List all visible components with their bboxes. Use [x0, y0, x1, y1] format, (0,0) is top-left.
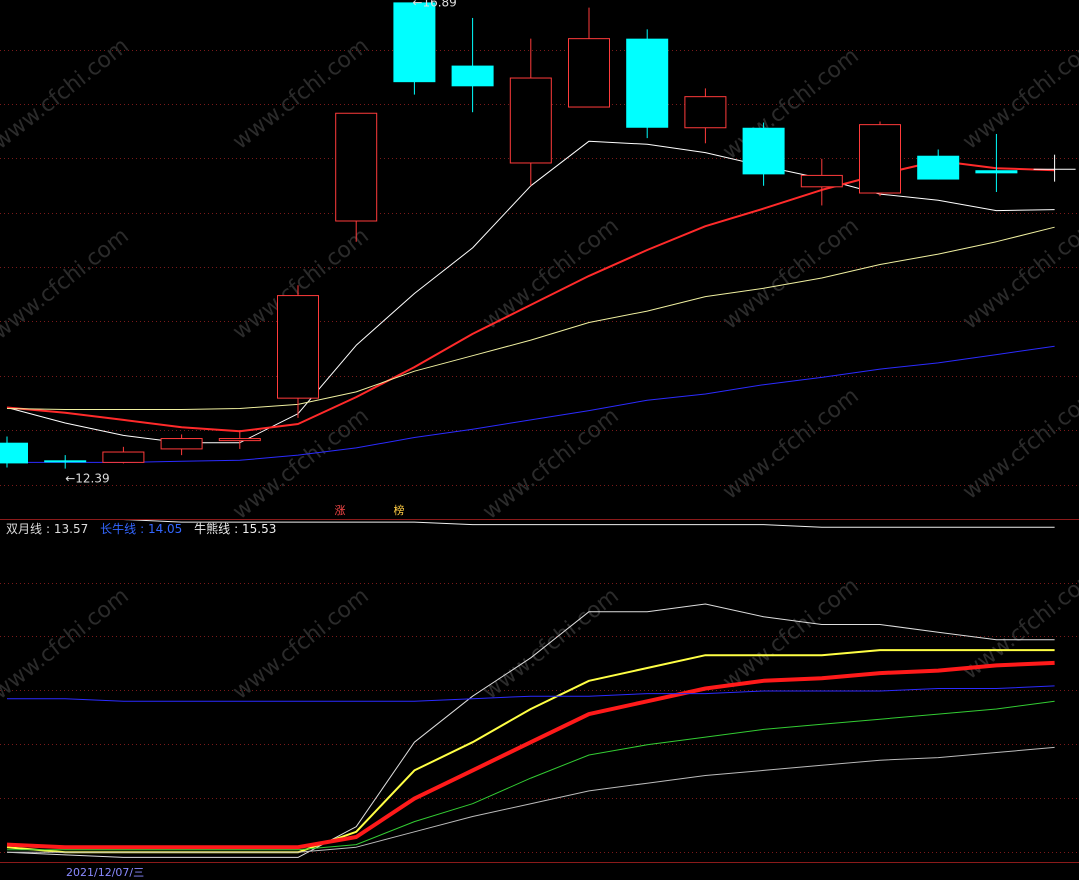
candle-body — [975, 170, 1018, 174]
candle-body — [277, 295, 319, 399]
date-label: 2021/12/07/三 — [66, 866, 145, 879]
low-price-label: ←12.39 — [65, 472, 109, 486]
watermark-text: www.cfchi.com — [228, 583, 373, 704]
watermark-text: www.cfchi.com — [478, 403, 623, 524]
limit-up-badge[interactable]: 涨 — [332, 503, 348, 519]
candle[interactable] — [859, 121, 901, 197]
candle-body — [160, 438, 203, 450]
high-price-label: ←16.89 — [412, 0, 456, 9]
candle[interactable] — [1033, 154, 1076, 182]
candle[interactable] — [393, 2, 436, 95]
candle-body — [44, 460, 87, 463]
watermark-text: www.cfchi.com — [718, 213, 863, 334]
candle-body — [626, 38, 669, 128]
series-line — [6, 226, 1055, 410]
candle[interactable] — [509, 38, 552, 186]
watermark-text: www.cfchi.com — [478, 213, 623, 334]
series-line — [6, 649, 1055, 854]
candle[interactable] — [917, 149, 960, 180]
watermark-text: www.cfchi.com — [0, 583, 134, 704]
watermark-text: www.cfchi.com — [478, 583, 623, 704]
candle[interactable] — [800, 158, 843, 206]
candle[interactable] — [335, 112, 378, 242]
candle-body — [684, 96, 727, 129]
candle-body — [742, 127, 785, 175]
candle-body — [509, 77, 552, 164]
watermark-text: www.cfchi.com — [958, 213, 1079, 334]
candle-body — [568, 38, 610, 108]
legend-item: 牛熊线: 15.53 — [194, 522, 277, 536]
series-line — [7, 746, 1055, 853]
candle[interactable] — [160, 434, 203, 456]
candle[interactable] — [44, 455, 87, 469]
candle-body — [218, 438, 261, 442]
candle[interactable] — [102, 446, 145, 464]
series-line — [7, 700, 1055, 851]
candle-body — [335, 112, 378, 222]
indicator-lines — [6, 519, 1055, 858]
candle-body — [393, 2, 436, 83]
candle[interactable] — [218, 430, 261, 449]
candle[interactable] — [451, 17, 494, 113]
series-line — [6, 603, 1055, 858]
candle-body — [102, 451, 145, 463]
candle-body — [451, 65, 494, 87]
candles[interactable] — [0, 2, 1076, 469]
candle-body — [0, 442, 28, 464]
candle-body — [800, 174, 843, 188]
candle-body — [917, 155, 960, 180]
candle[interactable] — [742, 122, 785, 186]
watermark-text: www.cfchi.com — [958, 383, 1079, 504]
watermark-text: www.cfchi.com — [718, 383, 863, 504]
watermark-text: www.cfchi.com — [0, 33, 134, 154]
candle[interactable] — [568, 7, 610, 108]
watermark-text: www.cfchi.com — [0, 223, 134, 344]
grid-lines — [0, 50, 1079, 853]
candle[interactable] — [626, 29, 669, 139]
legend-item: 双月线: 13.57 — [6, 522, 89, 536]
stock-chart[interactable]: www.cfchi.com www.cfchi.com www.cfchi.com w… — [0, 0, 1079, 871]
candle-body — [859, 124, 901, 194]
candle[interactable] — [0, 436, 28, 468]
indicator-legend: 双月线: 13.57 长牛线: 14.05 牛熊线: 15.53 — [6, 520, 284, 537]
watermark-text: www.cfchi.com — [958, 33, 1079, 154]
candle[interactable] — [684, 88, 727, 144]
series-line — [7, 685, 1055, 702]
candle[interactable] — [277, 285, 319, 418]
legend-item: 长牛线: 14.05 — [100, 522, 183, 536]
ranking-badge[interactable]: 榜 — [391, 503, 407, 519]
